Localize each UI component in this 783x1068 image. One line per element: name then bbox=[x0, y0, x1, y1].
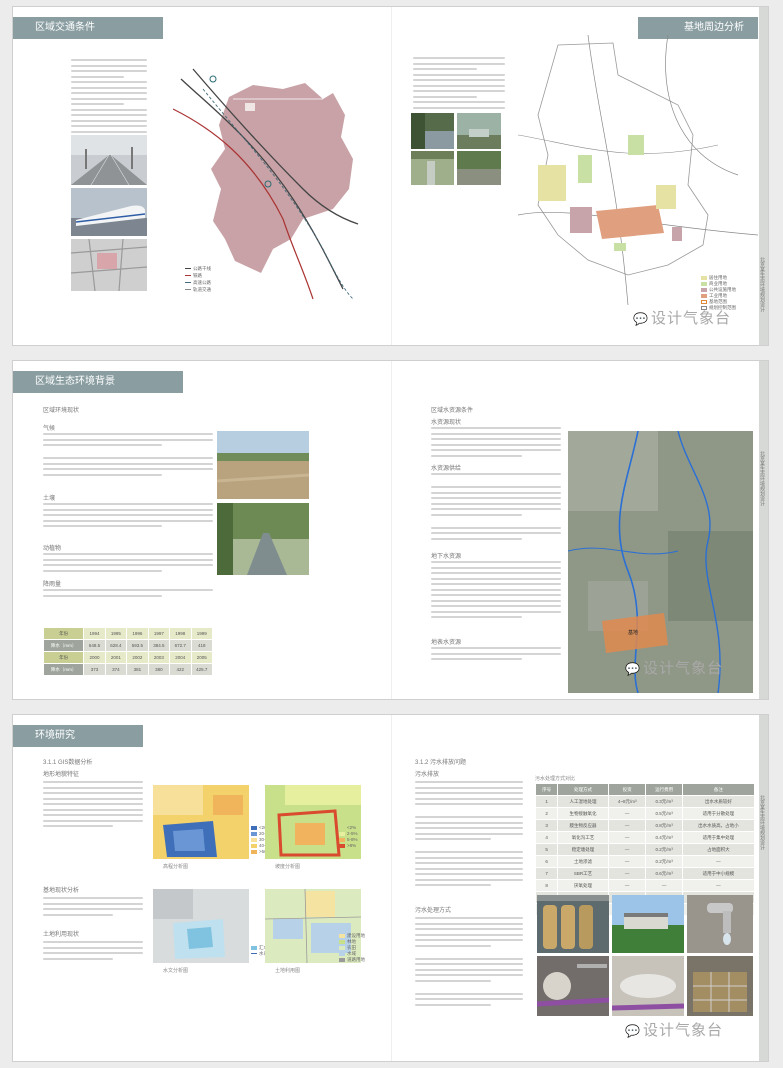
page-spine bbox=[759, 715, 768, 1061]
legend-item-1: 公路干线 bbox=[185, 265, 211, 272]
legend-item-4: 轨道交通 bbox=[185, 286, 211, 293]
table-row: 6 土地渗滤 —0.2元/m³ — bbox=[534, 855, 756, 868]
legend-item-3: 高速公路 bbox=[185, 279, 211, 286]
legend-item-2: 铁路 bbox=[185, 272, 211, 279]
caption-hydrology: 水文分析图 bbox=[163, 968, 189, 974]
rainfall-table: 年份 1994 1995 1996 1997 1998 1999 降水（mm） 648.5 62… bbox=[42, 627, 213, 676]
groundwater-text bbox=[431, 561, 561, 622]
caption-slope: 坡度分析图 bbox=[275, 864, 301, 870]
elevation-map bbox=[153, 785, 249, 859]
hydrology-map bbox=[153, 889, 249, 963]
surface-water-text bbox=[431, 647, 561, 664]
station-photo bbox=[612, 895, 684, 953]
table-row: 7 SBR工艺 —0.6元/m³ 适用于中小规模 bbox=[534, 867, 756, 880]
field-photo bbox=[217, 431, 309, 499]
page2-subtitle-left: 区域环境现状 bbox=[43, 408, 80, 414]
caption-land-use: 土地利用图 bbox=[275, 968, 301, 974]
page2-subtitle-right: 区域水资源条件 bbox=[431, 408, 474, 414]
site-status-text bbox=[43, 897, 143, 919]
heading-terrain: 地形地貌特征 bbox=[43, 772, 80, 778]
item-surface-water: 地表水资源 bbox=[431, 640, 462, 646]
item-water-supply: 水资源供给 bbox=[431, 466, 462, 472]
slope-legend: <2% 2-5% 5-8% >8% bbox=[339, 825, 358, 849]
item-climate: 气候 bbox=[43, 426, 56, 432]
train-photo bbox=[71, 188, 147, 236]
page-fold bbox=[391, 7, 392, 345]
table-row: 5 稳定塘处理 —0.2元/m³ 占地面积大 bbox=[534, 843, 756, 856]
item-groundwater: 地下水资源 bbox=[431, 554, 462, 560]
site-label: 基地 bbox=[628, 630, 639, 636]
land-use-text bbox=[43, 941, 143, 963]
spine-label: 北京某生态环境规划设计 bbox=[759, 795, 765, 850]
heading-treatment: 污水处理方式 bbox=[415, 908, 452, 914]
section-gis: 3.1.1 GIS数据分析 bbox=[43, 760, 93, 766]
flora-text bbox=[43, 553, 213, 575]
soil-text bbox=[43, 503, 213, 531]
page-fold bbox=[391, 715, 392, 1061]
map-legend: 公路干线 铁路 高速公路 轨道交通 bbox=[185, 265, 211, 293]
satellite-map: 基地 bbox=[568, 431, 753, 693]
table-row: 降水（mm） 373 374 381 380 422 425.7 bbox=[42, 663, 213, 676]
water-supply-text bbox=[431, 473, 561, 543]
watermark: 💬 设计气象台 bbox=[625, 660, 723, 677]
table-row: 3 膜生物反应器 —0.8元/m³ 出水水质高，占地小 bbox=[534, 819, 756, 832]
table-header-row: 序号 处理方式 投资 运行费用 备注 bbox=[534, 783, 756, 796]
site-map-legend: 居住用地 商业用地 公共设施用地 工业用地 基地范围 规划控制范围 bbox=[701, 275, 736, 311]
item-soil: 土壤 bbox=[43, 496, 56, 502]
water-status-text bbox=[431, 427, 561, 460]
spread-page-1: 区域交通条件 基地周边分析 公路干线 铁路 高速公路 轨道交通 居住用地 商业用… bbox=[12, 6, 769, 346]
table-row: 4 氧化沟工艺 —0.4元/m³ 适用于集中处理 bbox=[534, 831, 756, 844]
canal-photo bbox=[217, 503, 309, 575]
chat-bubble-icon: 💬 bbox=[625, 1024, 641, 1038]
heading-land-use: 土地利用现状 bbox=[43, 932, 80, 938]
item-flora-fauna: 动植物 bbox=[43, 546, 62, 552]
page1-left-title: 区域交通条件 bbox=[13, 17, 163, 39]
table-row: 8 厌氧处理 — — — bbox=[534, 879, 756, 892]
chat-bubble-icon: 💬 bbox=[625, 662, 641, 676]
treatment-text bbox=[415, 917, 523, 1009]
page2-title: 区域生态环境背景 bbox=[13, 371, 183, 393]
page-fold bbox=[391, 361, 392, 699]
spread-page-2: 区域生态环境背景 区域环境现状 气候 土壤 动植物 降雨量 年份 1994 1995… bbox=[12, 360, 769, 700]
sewage-text bbox=[415, 781, 523, 890]
item-water-status: 水资源现状 bbox=[431, 420, 462, 426]
table-row: 年份 1994 1995 1996 1997 1998 1999 bbox=[42, 627, 213, 640]
chat-bubble-icon: 💬 bbox=[633, 312, 649, 326]
watermark: 💬 设计气象台 bbox=[625, 1022, 723, 1039]
heading-site-status: 基地现状分析 bbox=[43, 888, 80, 894]
watermark: 💬 设计气象台 bbox=[633, 310, 731, 327]
table-row: 2 生物接触氧化 —0.5元/m³ 适用于分散处理 bbox=[534, 807, 756, 820]
page-spine bbox=[759, 361, 768, 699]
table-row: 年份 2000 2001 2002 2003 2004 2005 bbox=[42, 651, 213, 664]
rainfall-text bbox=[43, 589, 213, 600]
spine-label: 北京某生态环境规划设计 bbox=[759, 257, 765, 312]
section-sewage: 3.1.2 污水排放问题 bbox=[415, 760, 467, 766]
page3-title: 环境研究 bbox=[13, 725, 143, 747]
tank-photo bbox=[612, 956, 684, 1016]
river-photo-3 bbox=[411, 151, 454, 185]
aerial-photo bbox=[71, 239, 147, 291]
table-row: 降水（mm） 648.5 628.4 593.5 384.5 672.7 418 bbox=[42, 639, 213, 652]
pipes-photo bbox=[537, 956, 609, 1016]
climate-text bbox=[43, 433, 213, 479]
faucet-photo bbox=[687, 895, 753, 953]
caption-elevation: 高程分析图 bbox=[163, 864, 189, 870]
terrain-text bbox=[43, 781, 143, 831]
river-photo-4 bbox=[457, 151, 501, 185]
spread-page-3: 环境研究 3.1.1 GIS数据分析 地形地貌特征 基地现状分析 土地利用现状 … bbox=[12, 714, 769, 1062]
spine-label: 北京某生态环境规划设计 bbox=[759, 451, 765, 506]
land-use-legend: 建设用地 林地 农田 水域 道路用地 bbox=[339, 933, 365, 963]
site-surroundings-map bbox=[518, 35, 758, 305]
river-photo-1 bbox=[411, 113, 454, 149]
page1-right-text-block bbox=[413, 57, 505, 112]
filter-tanks-photo bbox=[537, 895, 609, 953]
item-rainfall: 降雨量 bbox=[43, 582, 62, 588]
treatment-pool-photo bbox=[687, 956, 753, 1016]
page1-left-text-block bbox=[71, 59, 147, 142]
heading-sewage-discharge: 污水排放 bbox=[415, 772, 440, 778]
table-title: 污水处理方式对比 bbox=[535, 776, 576, 782]
table-row: 1 人工湿地处理 4~8元/m³ 0.3元/m³ 出水水质较好 bbox=[534, 795, 756, 808]
highway-photo bbox=[71, 135, 147, 185]
river-photo-2 bbox=[457, 113, 501, 149]
